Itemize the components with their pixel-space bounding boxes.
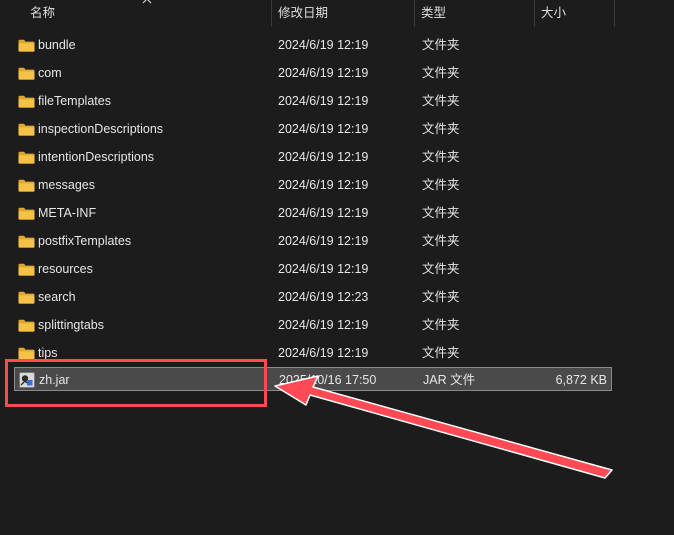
file-row[interactable]: inspectionDescriptions 2024/6/19 12:19 文件夹 bbox=[14, 117, 612, 141]
file-name: intentionDescriptions bbox=[38, 150, 155, 164]
folder-icon bbox=[18, 257, 36, 281]
folder-icon bbox=[18, 285, 36, 309]
file-name: messages bbox=[38, 178, 95, 192]
folder-icon bbox=[18, 89, 36, 113]
column-header-type[interactable]: 类型 bbox=[415, 0, 535, 27]
file-type: 文件夹 bbox=[422, 318, 460, 332]
file-type: 文件夹 bbox=[422, 206, 460, 220]
folder-icon bbox=[18, 313, 36, 337]
file-type: 文件夹 bbox=[422, 234, 460, 248]
file-type: 文件夹 bbox=[422, 346, 460, 360]
file-row[interactable]: resources 2024/6/19 12:19 文件夹 bbox=[14, 257, 612, 281]
file-type: 文件夹 bbox=[422, 290, 460, 304]
file-name: postfixTemplates bbox=[38, 234, 132, 248]
file-date: 2024/6/19 12:19 bbox=[278, 234, 369, 248]
annotation-highlight-box bbox=[5, 359, 267, 407]
file-date: 2025/10/16 17:50 bbox=[279, 373, 377, 387]
folder-icon bbox=[18, 61, 36, 85]
file-date: 2024/6/19 12:19 bbox=[278, 318, 369, 332]
file-type: JAR 文件 bbox=[423, 373, 476, 387]
file-name: com bbox=[38, 66, 62, 80]
file-name: META-INF bbox=[38, 206, 97, 220]
file-date: 2024/6/19 12:19 bbox=[278, 206, 369, 220]
folder-icon bbox=[18, 33, 36, 57]
file-date: 2024/6/19 12:19 bbox=[278, 262, 369, 276]
file-type: 文件夹 bbox=[422, 178, 460, 192]
file-date: 2024/6/19 12:23 bbox=[278, 290, 369, 304]
file-row[interactable]: postfixTemplates 2024/6/19 12:19 文件夹 bbox=[14, 229, 612, 253]
file-date: 2024/6/19 12:19 bbox=[278, 346, 369, 360]
file-date: 2024/6/19 12:19 bbox=[278, 94, 369, 108]
file-row[interactable]: META-INF 2024/6/19 12:19 文件夹 bbox=[14, 201, 612, 225]
file-row[interactable]: com 2024/6/19 12:19 文件夹 bbox=[14, 61, 612, 85]
folder-icon bbox=[18, 229, 36, 253]
column-header-size[interactable]: 大小 bbox=[535, 0, 615, 27]
file-size: 6,872 KB bbox=[555, 373, 607, 387]
file-type: 文件夹 bbox=[422, 94, 460, 108]
column-header-date[interactable]: 修改日期 bbox=[272, 0, 415, 27]
file-explorer: 名称 修改日期 类型 大小 bundle 2024/6/19 12:19 文件夹 co… bbox=[0, 0, 674, 535]
file-date: 2024/6/19 12:19 bbox=[278, 66, 369, 80]
file-date: 2024/6/19 12:19 bbox=[278, 150, 369, 164]
file-type: 文件夹 bbox=[422, 122, 460, 136]
file-date: 2024/6/19 12:19 bbox=[278, 178, 369, 192]
file-row[interactable]: bundle 2024/6/19 12:19 文件夹 bbox=[14, 33, 612, 57]
file-name: fileTemplates bbox=[38, 94, 111, 108]
file-row[interactable]: intentionDescriptions 2024/6/19 12:19 文件夹 bbox=[14, 145, 612, 169]
file-type: 文件夹 bbox=[422, 38, 460, 52]
file-name: resources bbox=[38, 262, 93, 276]
file-name: bundle bbox=[38, 38, 76, 52]
file-type: 文件夹 bbox=[422, 66, 460, 80]
file-name: splittingtabs bbox=[38, 318, 105, 332]
file-name: inspectionDescriptions bbox=[38, 122, 164, 136]
folder-icon bbox=[18, 201, 36, 225]
file-row[interactable]: fileTemplates 2024/6/19 12:19 文件夹 bbox=[14, 89, 612, 113]
file-row[interactable]: messages 2024/6/19 12:19 文件夹 bbox=[14, 173, 612, 197]
file-date: 2024/6/19 12:19 bbox=[278, 122, 369, 136]
file-row[interactable]: splittingtabs 2024/6/19 12:19 文件夹 bbox=[14, 313, 612, 337]
file-row[interactable]: search 2024/6/19 12:23 文件夹 bbox=[14, 285, 612, 309]
file-date: 2024/6/19 12:19 bbox=[278, 38, 369, 52]
file-name: search bbox=[38, 290, 76, 304]
file-type: 文件夹 bbox=[422, 262, 460, 276]
sort-ascending-icon bbox=[142, 0, 152, 4]
column-header-bar: 名称 修改日期 类型 大小 bbox=[0, 0, 674, 27]
folder-icon bbox=[18, 173, 36, 197]
folder-icon bbox=[18, 145, 36, 169]
folder-icon bbox=[18, 117, 36, 141]
file-type: 文件夹 bbox=[422, 150, 460, 164]
